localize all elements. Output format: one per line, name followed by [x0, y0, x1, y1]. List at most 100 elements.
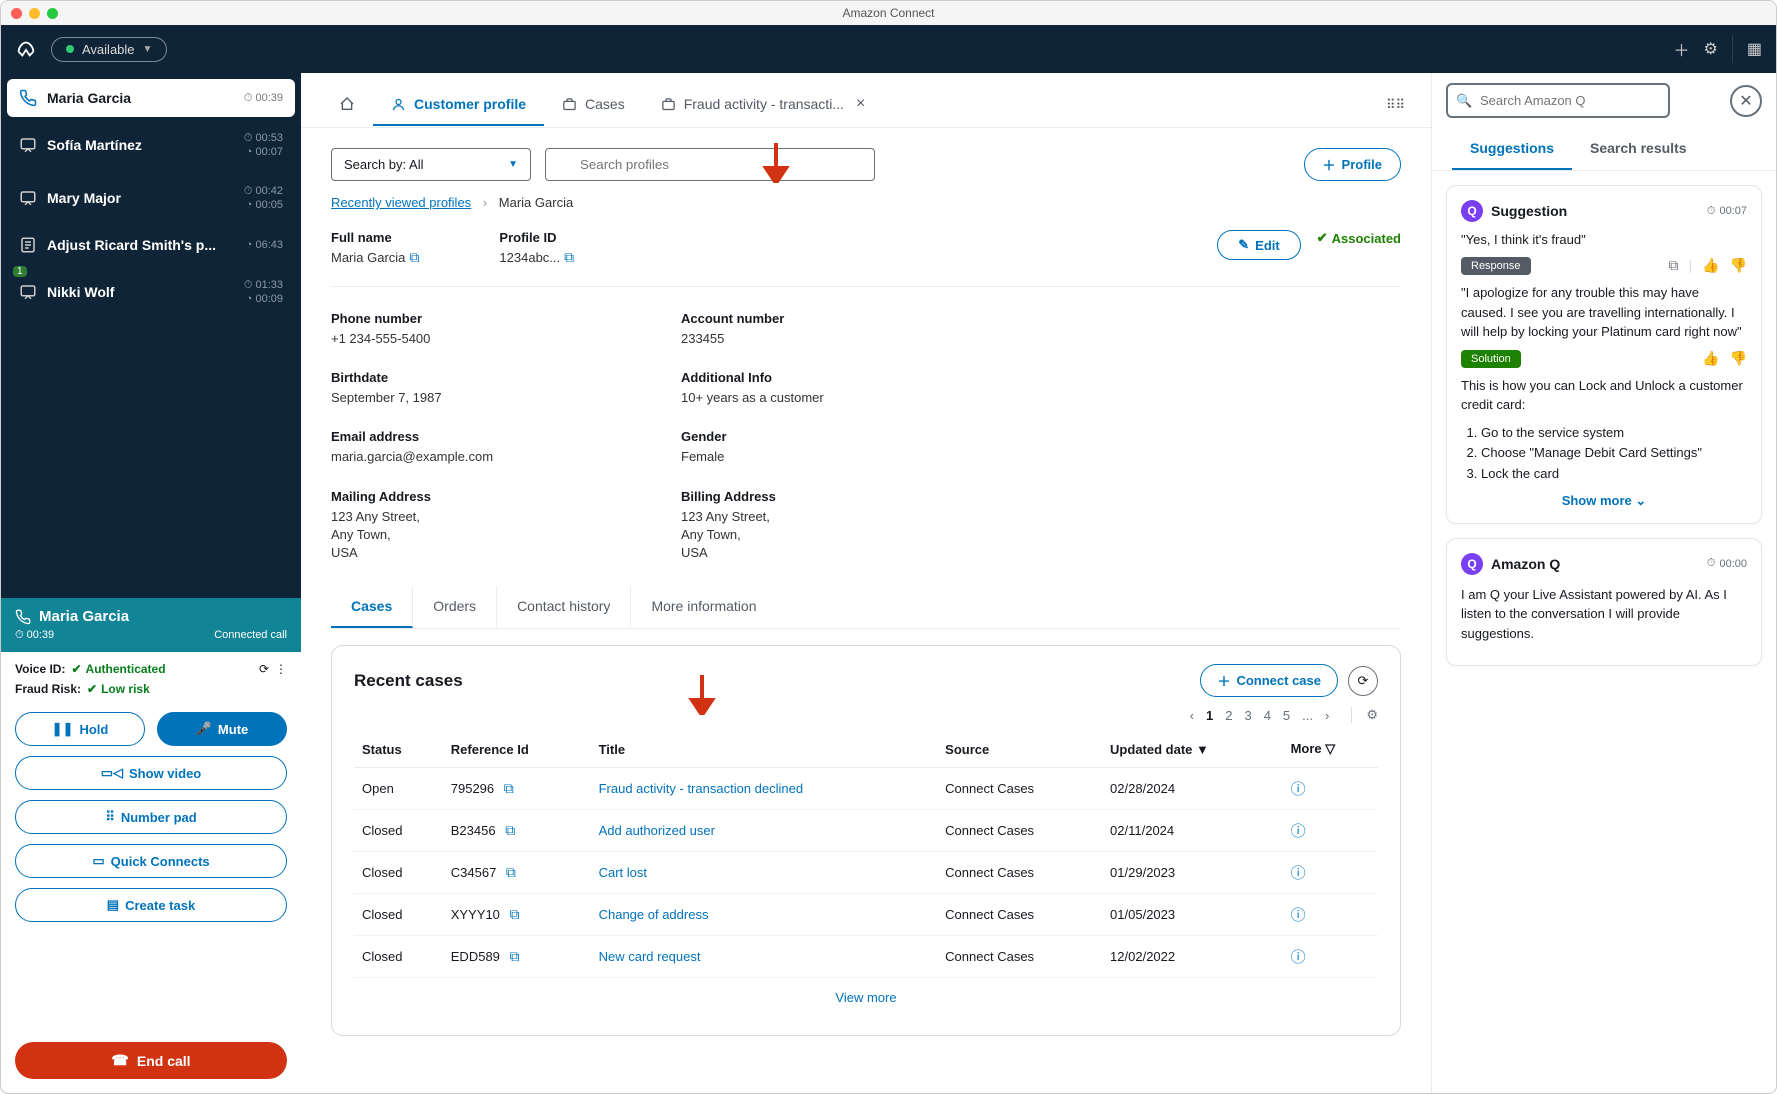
tab-home[interactable] [321, 84, 373, 126]
settings-icon[interactable]: ⚙ [1704, 39, 1718, 59]
tab-fraud-activity[interactable]: Fraud activity - transacti...× [643, 83, 884, 127]
case-title-link[interactable]: Fraud activity - transaction declined [591, 768, 938, 810]
breadcrumb-link[interactable]: Recently viewed profiles [331, 195, 471, 210]
contact-item[interactable]: Adjust Ricard Smith's p... ◔ 06:43 [7, 226, 295, 264]
tab-cases[interactable]: Cases [544, 84, 643, 126]
col-status[interactable]: Status [354, 731, 443, 768]
edit-button[interactable]: ✎Edit [1217, 230, 1300, 260]
page-number[interactable]: 3 [1244, 708, 1251, 723]
case-updated: 12/02/2022 [1102, 936, 1283, 978]
contact-timers: ⏱ 00:53◔ 00:07 [244, 131, 283, 160]
amazon-q-search-input[interactable] [1446, 83, 1670, 118]
hold-button[interactable]: ❚❚Hold [15, 712, 145, 746]
page-number[interactable]: 5 [1283, 708, 1290, 723]
q-tab-suggestions[interactable]: Suggestions [1452, 128, 1572, 170]
add-icon[interactable]: ＋ [1674, 37, 1690, 61]
copy-icon[interactable]: ⧉ [505, 822, 515, 838]
page-prev-icon[interactable]: ‹ [1190, 708, 1194, 723]
info-icon[interactable]: ⓘ [1291, 907, 1306, 924]
info-icon[interactable]: ⓘ [1291, 865, 1306, 882]
close-panel-button[interactable]: ✕ [1730, 85, 1762, 117]
page-number[interactable]: 4 [1264, 708, 1271, 723]
case-updated: 01/29/2023 [1102, 852, 1283, 894]
mute-button[interactable]: 🎤Mute [157, 712, 287, 746]
info-icon[interactable]: ⓘ [1291, 949, 1306, 966]
contact-timers: ⏱ 00:39 [244, 91, 283, 105]
more-icon[interactable]: ⋮ [275, 662, 287, 676]
copy-icon[interactable]: ⧉ [510, 948, 520, 964]
case-title-link[interactable]: New card request [591, 936, 938, 978]
table-settings-icon[interactable]: ⚙ [1351, 707, 1378, 723]
subtab-contact-history[interactable]: Contact history [497, 586, 631, 628]
copy-icon[interactable]: ⧉ [510, 906, 520, 922]
contact-name: Nikki Wolf [47, 284, 234, 300]
workspace-tabs: Customer profile Cases Fraud activity - … [301, 73, 1431, 128]
hangup-icon: ☎ [111, 1052, 128, 1069]
copy-icon[interactable]: ⧉ [504, 780, 514, 796]
search-profiles-input[interactable] [545, 148, 875, 181]
thumbs-up-icon[interactable]: 👍 [1702, 257, 1719, 274]
additional-info-label: Additional Info [681, 370, 1021, 385]
copy-icon[interactable]: ⧉ [409, 249, 419, 265]
subtab-orders[interactable]: Orders [413, 586, 497, 628]
call-header: Maria Garcia ⏱ 00:39Connected call [1, 598, 301, 652]
end-call-button[interactable]: ☎End call [15, 1042, 287, 1079]
case-title-link[interactable]: Change of address [591, 894, 938, 936]
page-number[interactable]: 1 [1206, 708, 1213, 723]
q-tab-search-results[interactable]: Search results [1572, 128, 1705, 170]
maximize-window[interactable] [47, 8, 58, 19]
mailing-address-value: 123 Any Street, Any Town, USA [331, 508, 671, 563]
case-title-link[interactable]: Add authorized user [591, 810, 938, 852]
copy-icon[interactable]: ⧉ [506, 864, 516, 880]
case-title-link[interactable]: Cart lost [591, 852, 938, 894]
close-tab-icon[interactable]: × [856, 95, 865, 113]
col-source[interactable]: Source [937, 731, 1102, 768]
thumbs-up-icon[interactable]: 👍 [1702, 350, 1719, 367]
greeting-text: I am Q your Live Assistant powered by AI… [1461, 585, 1747, 644]
col-more[interactable]: More ▽ [1283, 731, 1378, 768]
case-source: Connect Cases [937, 936, 1102, 978]
connect-case-button[interactable]: ＋Connect case [1200, 664, 1338, 697]
thumbs-down-icon[interactable]: 👎 [1730, 257, 1747, 274]
page-next-icon[interactable]: › [1325, 708, 1329, 723]
contact-item[interactable]: Sofía Martínez ⏱ 00:53◔ 00:07 [7, 121, 295, 170]
account-label: Account number [681, 311, 1021, 326]
profile-details: Phone number+1 234-555-5400 Account numb… [331, 287, 1401, 586]
case-source: Connect Cases [937, 810, 1102, 852]
thumbs-down-icon[interactable]: 👎 [1730, 350, 1747, 367]
refresh-button[interactable]: ⟳ [1348, 666, 1378, 696]
view-more-link[interactable]: View more [354, 978, 1378, 1017]
suggestion-quote: "Yes, I think it's fraud" [1461, 232, 1747, 247]
show-more-link[interactable]: Show more ⌄ [1461, 493, 1747, 509]
agent-status-dropdown[interactable]: Available ▼ [51, 37, 167, 62]
info-icon[interactable]: ⓘ [1291, 823, 1306, 840]
show-video-button[interactable]: ▭◁Show video [15, 756, 287, 790]
info-icon[interactable]: ⓘ [1291, 781, 1306, 798]
user-icon [391, 97, 406, 112]
search-by-dropdown[interactable]: Search by: All▼ [331, 148, 531, 181]
page-number[interactable]: 2 [1225, 708, 1232, 723]
apps-grid-icon[interactable]: ⠿⠿ [1386, 97, 1405, 113]
subtab-more-info[interactable]: More information [631, 586, 776, 628]
contact-item[interactable]: Maria Garcia ⏱ 00:39 [7, 79, 295, 117]
create-task-button[interactable]: ▤Create task [15, 888, 287, 922]
add-profile-button[interactable]: ＋Profile [1304, 148, 1401, 181]
subtab-cases[interactable]: Cases [331, 586, 413, 628]
col-title[interactable]: Title [591, 731, 938, 768]
agent-status-label: Available [82, 42, 135, 57]
col-reference[interactable]: Reference Id [443, 731, 591, 768]
calendar-icon[interactable]: ▦ [1747, 39, 1762, 59]
contact-item[interactable]: 1 Nikki Wolf ⏱ 01:33◔ 00:09 [7, 268, 295, 317]
tab-customer-profile[interactable]: Customer profile [373, 84, 544, 126]
contact-item[interactable]: Mary Major ⏱ 00:42◔ 00:05 [7, 174, 295, 223]
minimize-window[interactable] [29, 8, 40, 19]
copy-icon[interactable]: ⧉ [1668, 257, 1678, 274]
quick-connects-button[interactable]: ▭Quick Connects [15, 844, 287, 878]
col-updated[interactable]: Updated date ▼ [1102, 731, 1283, 768]
copy-icon[interactable]: ⧉ [564, 249, 574, 265]
home-icon [339, 96, 355, 112]
close-window[interactable] [11, 8, 22, 19]
phone-value: +1 234-555-5400 [331, 330, 671, 348]
refresh-icon[interactable]: ⟳ [259, 662, 269, 676]
number-pad-button[interactable]: ⠿Number pad [15, 800, 287, 834]
